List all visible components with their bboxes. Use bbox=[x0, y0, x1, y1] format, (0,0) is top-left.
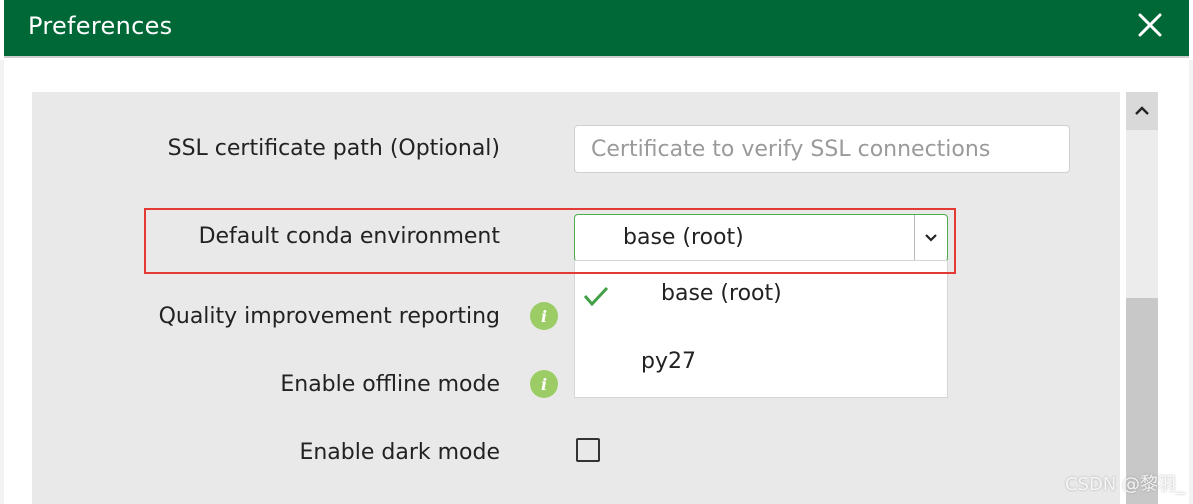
close-button[interactable] bbox=[1135, 10, 1165, 40]
quality-reporting-label: Quality improvement reporting bbox=[158, 304, 500, 329]
info-icon[interactable]: i bbox=[530, 302, 558, 330]
preferences-content: SSL certificate path (Optional) Default … bbox=[32, 92, 1120, 504]
dropdown-option-label: base (root) bbox=[661, 281, 782, 306]
check-icon bbox=[583, 286, 609, 307]
dropdown-option-py27[interactable]: py27 bbox=[575, 335, 947, 395]
ssl-label: SSL certificate path (Optional) bbox=[167, 136, 500, 161]
chevron-up-icon bbox=[1135, 106, 1149, 115]
conda-env-dropdown: base (root) py27 bbox=[574, 260, 948, 398]
dropdown-option-base[interactable]: base (root) bbox=[575, 267, 947, 327]
scroll-up-button[interactable] bbox=[1126, 92, 1158, 130]
titlebar-divider bbox=[4, 56, 1189, 58]
dialog-titlebar: Preferences bbox=[4, 0, 1189, 56]
offline-mode-label: Enable offline mode bbox=[280, 372, 500, 397]
dark-mode-label: Enable dark mode bbox=[299, 440, 500, 465]
dialog-title: Preferences bbox=[28, 12, 173, 40]
content-scrollbar[interactable] bbox=[1126, 92, 1158, 504]
dropdown-option-label: py27 bbox=[641, 349, 696, 374]
dark-mode-checkbox[interactable] bbox=[576, 438, 600, 462]
info-icon[interactable]: i bbox=[530, 370, 558, 398]
ssl-certificate-input[interactable] bbox=[574, 125, 1070, 173]
watermark: CSDN @黎羽_ bbox=[1064, 474, 1185, 495]
scroll-track[interactable] bbox=[1126, 130, 1158, 298]
background-window-edge-right bbox=[1189, 60, 1193, 504]
annotation-highlight-box bbox=[144, 208, 956, 274]
close-icon bbox=[1138, 13, 1162, 37]
